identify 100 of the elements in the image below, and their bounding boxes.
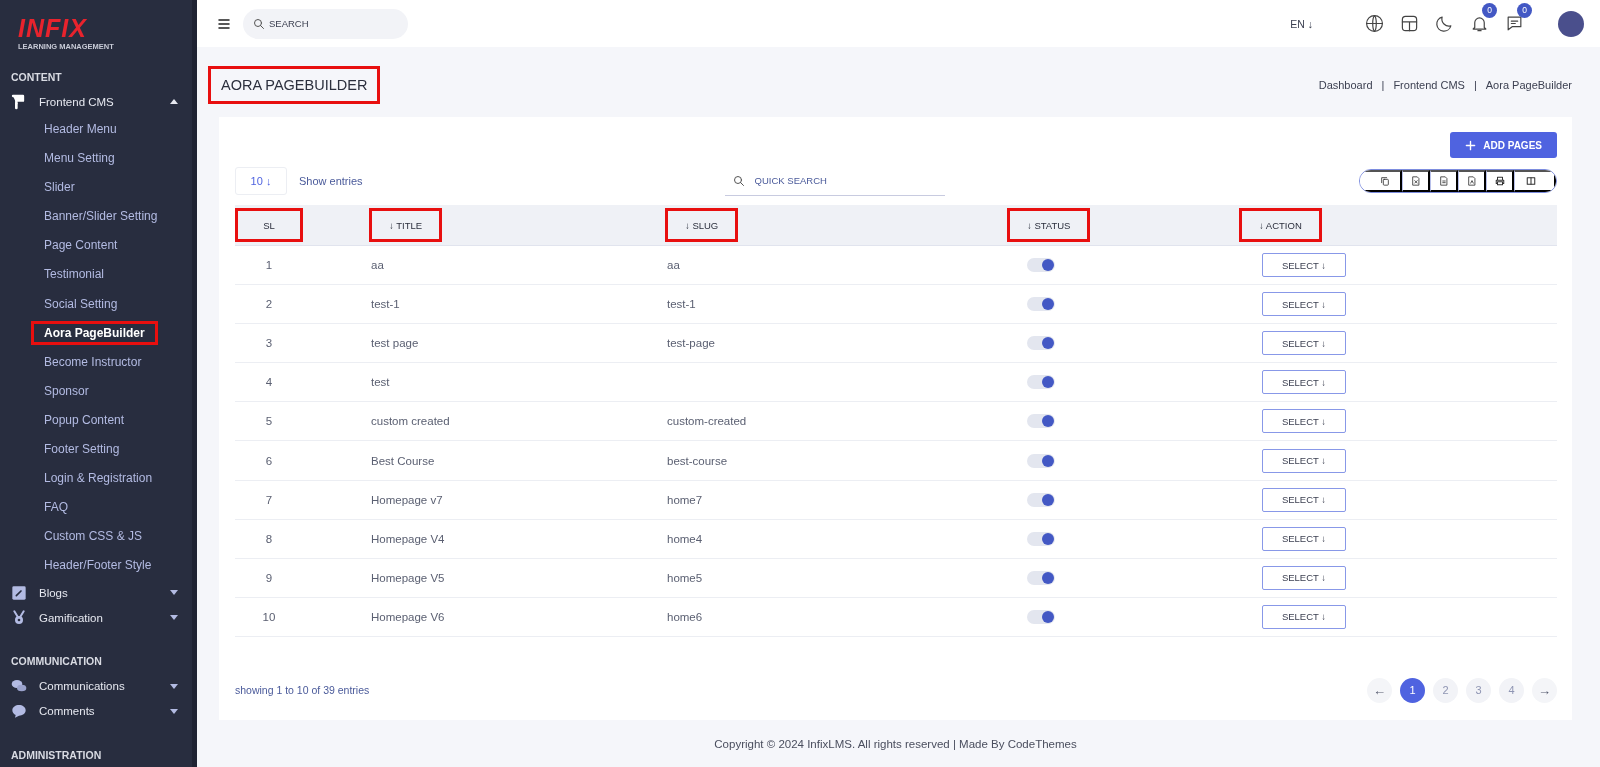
select-dropdown[interactable]: SELECT ↓ bbox=[1262, 487, 1346, 512]
column-header[interactable]: ↓ STATUS bbox=[1007, 208, 1091, 242]
sidebar-item[interactable]: Aora PageBuilder bbox=[31, 320, 158, 345]
table-cell-text: test page bbox=[370, 337, 420, 350]
section-heading: CONTENT bbox=[10, 70, 63, 86]
sidebar-item[interactable]: Menu Setting bbox=[31, 146, 128, 171]
table-cell-text: 8 bbox=[264, 532, 274, 545]
globe-button[interactable] bbox=[1364, 13, 1384, 34]
avatar[interactable] bbox=[1558, 10, 1584, 37]
globe-icon bbox=[1364, 14, 1384, 33]
sidebar-item[interactable]: Slider bbox=[31, 175, 88, 200]
sidebar-group[interactable]: Gamification bbox=[0, 605, 192, 631]
page-button[interactable]: 1 bbox=[1400, 677, 1425, 703]
status-toggle[interactable] bbox=[1027, 492, 1055, 507]
search-icon bbox=[253, 17, 265, 30]
select-dropdown[interactable]: SELECT ↓ bbox=[1262, 604, 1346, 629]
document-button[interactable] bbox=[1430, 170, 1458, 192]
sidebar-item[interactable]: Footer Setting bbox=[31, 437, 133, 461]
file-button[interactable] bbox=[1402, 170, 1430, 192]
chat-bubble-icon bbox=[11, 703, 27, 720]
add-pages-button[interactable]: ADD PAGES bbox=[1450, 132, 1557, 158]
columns-button[interactable] bbox=[1514, 170, 1556, 192]
sidebar-group[interactable]: Comments bbox=[0, 698, 192, 725]
table-cell-text: aa bbox=[666, 259, 681, 272]
status-toggle[interactable] bbox=[1027, 453, 1055, 468]
sidebar-group[interactable]: Frontend CMS bbox=[0, 89, 192, 115]
table-cell-text: test bbox=[370, 376, 391, 389]
page-title: AORA PAGEBUILDER bbox=[208, 66, 381, 104]
table-cell-text: custom created bbox=[370, 415, 451, 428]
status-toggle[interactable] bbox=[1027, 375, 1055, 390]
sidebar-item[interactable]: Sponsor bbox=[31, 378, 102, 403]
count-badge: 0 bbox=[1517, 2, 1532, 18]
previous-page-button[interactable]: ← bbox=[1367, 677, 1392, 703]
sidebar-item[interactable]: Popup Content bbox=[31, 407, 138, 432]
logo-wordmark: INFIX bbox=[18, 14, 87, 42]
table-cell-text: 5 bbox=[264, 415, 274, 428]
status-toggle[interactable] bbox=[1027, 258, 1055, 273]
sidebar-item[interactable]: Social Setting bbox=[31, 291, 131, 316]
select-dropdown[interactable]: SELECT ↓ bbox=[1262, 565, 1346, 590]
paint-roller-icon bbox=[11, 93, 27, 110]
column-header[interactable]: ↓ TITLE bbox=[369, 208, 443, 242]
table-cell-text: 4 bbox=[264, 376, 274, 389]
printer-button[interactable] bbox=[1486, 170, 1514, 192]
caret-down-icon bbox=[170, 615, 178, 621]
medal-icon bbox=[11, 609, 27, 626]
layout-button[interactable] bbox=[1399, 13, 1419, 34]
status-toggle[interactable] bbox=[1027, 531, 1055, 546]
column-header[interactable]: ↓ SLUG bbox=[665, 208, 739, 242]
sidebar-group[interactable]: Communications bbox=[0, 673, 192, 699]
sidebar-item[interactable]: Header Menu bbox=[31, 117, 130, 141]
file-icon bbox=[1410, 176, 1421, 186]
sidebar-group[interactable]: Blogs bbox=[0, 579, 192, 606]
caret-up-icon bbox=[170, 99, 178, 105]
breadcrumb-separator: | bbox=[1473, 79, 1477, 91]
select-dropdown[interactable]: SELECT ↓ bbox=[1262, 448, 1346, 473]
pdf-file-button[interactable] bbox=[1458, 170, 1486, 192]
status-toggle[interactable] bbox=[1027, 297, 1055, 312]
column-header[interactable]: SL bbox=[235, 208, 303, 242]
table-cell-text: 3 bbox=[264, 337, 274, 350]
select-dropdown[interactable]: SELECT ↓ bbox=[1262, 370, 1346, 395]
language-selector[interactable]: EN ↓ bbox=[1290, 17, 1313, 30]
section-heading: ADMINISTRATION bbox=[10, 748, 103, 763]
sidebar-item[interactable]: FAQ bbox=[31, 495, 81, 520]
column-header[interactable]: ↓ ACTION bbox=[1239, 208, 1322, 242]
table-cell-text: 1 bbox=[264, 259, 274, 272]
search-field[interactable]: SEARCH bbox=[243, 8, 408, 39]
table-cell-text: Homepage V4 bbox=[370, 532, 446, 545]
next-page-button[interactable]: → bbox=[1532, 677, 1557, 703]
sidebar-item[interactable]: Page Content bbox=[31, 233, 131, 258]
copy-button[interactable] bbox=[1360, 170, 1402, 192]
select-dropdown[interactable]: SELECT ↓ bbox=[1262, 331, 1346, 356]
select-dropdown[interactable]: SELECT ↓ bbox=[1262, 526, 1346, 551]
table-cell-text: test-page bbox=[666, 337, 716, 350]
select-dropdown[interactable]: SELECT ↓ bbox=[1262, 292, 1346, 317]
status-toggle[interactable] bbox=[1027, 414, 1055, 429]
entries-label: Show entries bbox=[299, 175, 363, 187]
breadcrumb-link[interactable]: Dashboard bbox=[1318, 79, 1373, 91]
sidebar-item[interactable]: Login & Registration bbox=[31, 466, 166, 491]
table-cell-text: 10 bbox=[261, 610, 277, 623]
sidebar-item[interactable]: Banner/Slider Setting bbox=[31, 204, 171, 229]
status-toggle[interactable] bbox=[1027, 570, 1055, 585]
breadcrumb-separator: | bbox=[1381, 79, 1385, 91]
sidebar-item[interactable]: Testimonial bbox=[31, 262, 118, 287]
table-cell-text: custom-created bbox=[666, 415, 748, 428]
table-cell-text: 9 bbox=[264, 571, 274, 584]
document-icon bbox=[1438, 176, 1449, 186]
sidebar-item[interactable]: Header/Footer Style bbox=[31, 553, 165, 578]
breadcrumb-link[interactable]: Aora PageBuilder bbox=[1485, 79, 1572, 91]
section-heading: COMMUNICATION bbox=[10, 654, 103, 670]
select-dropdown[interactable]: SELECT ↓ bbox=[1262, 253, 1346, 278]
select-dropdown[interactable]: SELECT ↓ bbox=[1262, 409, 1346, 434]
breadcrumb-link[interactable]: Frontend CMS bbox=[1393, 79, 1465, 91]
sidebar-item[interactable]: Become Instructor bbox=[31, 349, 155, 374]
edit-icon bbox=[11, 584, 27, 601]
sidebar-item[interactable]: Custom CSS & JS bbox=[31, 524, 156, 549]
status-toggle[interactable] bbox=[1027, 609, 1055, 624]
entries-dropdown[interactable]: 10 ↓ bbox=[235, 167, 287, 195]
search-icon bbox=[732, 175, 745, 187]
moon-icon bbox=[1434, 14, 1454, 33]
status-toggle[interactable] bbox=[1027, 336, 1055, 351]
